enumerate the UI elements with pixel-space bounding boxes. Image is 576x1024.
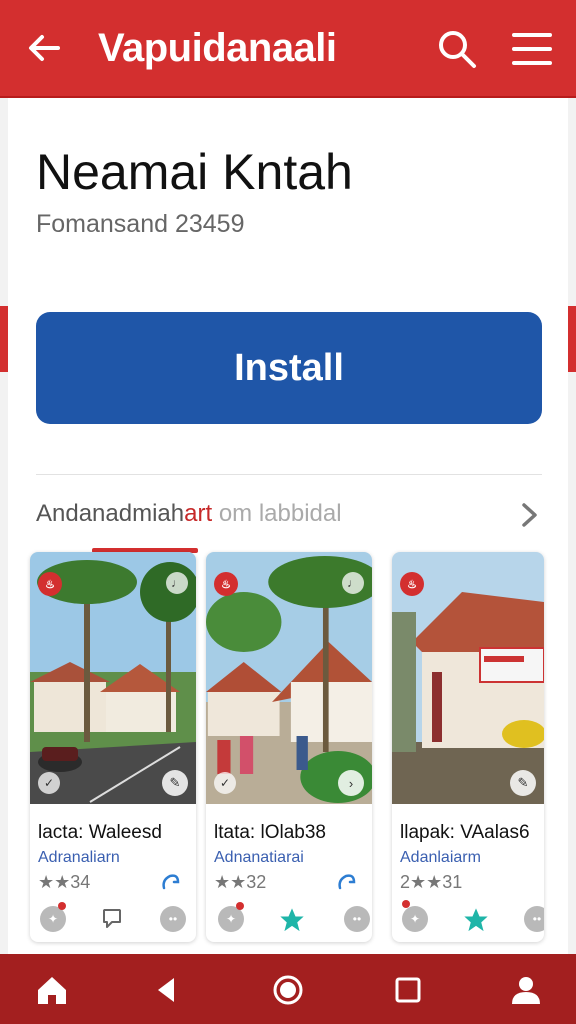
bottom-navigation-bar [0,954,576,1024]
notification-dot [402,900,410,908]
star-icon[interactable] [462,906,490,934]
app-name: Neamai Kntah [36,144,353,200]
hamburger-menu-icon[interactable] [510,30,554,68]
listing-card[interactable]: ♨ ♩ ✓ › ltata: lOlab38 Adnanatiarai ★★32… [206,552,372,942]
side-accent-left [0,306,8,372]
install-button[interactable]: Install [36,312,542,424]
notification-dot [58,902,66,910]
listing-subtitle[interactable]: Adanlaiarm [400,849,481,867]
recents-square-icon[interactable] [388,970,428,1010]
status-badge: ♨ [38,572,62,596]
section-title-main: Andanadmiah [36,500,185,527]
check-icon[interactable]: ✓ [38,772,60,794]
status-badge: ♨ [214,572,238,596]
star-icon[interactable] [278,906,306,934]
check-icon[interactable]: ✓ [214,772,236,794]
listing-title: lacta: Waleesd [38,822,162,843]
play-icon[interactable]: › [338,770,364,796]
edit-icon[interactable]: ✎ [162,770,188,796]
link-icon[interactable] [336,870,358,892]
listing-subtitle[interactable]: Adranaliarn [38,849,120,867]
search-icon[interactable] [436,28,478,70]
app-bar-title: Vapuidanaali [98,26,337,70]
info-icon[interactable]: ♩ [342,572,364,594]
divider [36,474,542,475]
more-icon[interactable]: •• [160,906,186,932]
listing-rating: ★★32 [214,872,267,892]
link-icon[interactable] [160,870,182,892]
profile-icon[interactable] [506,970,546,1010]
top-app-bar: Vapuidanaali [0,0,576,98]
info-icon[interactable]: ♩ [166,572,188,594]
more-icon[interactable]: •• [344,906,370,932]
status-badge: ♨ [400,572,424,596]
chat-bubble-icon[interactable] [100,906,124,930]
side-accent-right [568,306,576,372]
section-title[interactable]: Andanadmiahart om labbidal [36,500,342,528]
listing-subtitle[interactable]: Adnanatiarai [214,849,304,867]
section-title-accent: art [184,500,213,527]
more-icon[interactable]: •• [524,906,544,932]
section-title-rest: om labbidal [218,500,342,527]
listing-card[interactable]: ♨ ✎ llapak: VAalas6 Adanlaiarm 2★★31 ✦ •… [392,552,544,942]
home-icon[interactable] [32,970,72,1010]
edit-icon[interactable]: ✎ [510,770,536,796]
back-triangle-icon[interactable] [146,970,186,1010]
listing-title: ltata: lOlab38 [214,822,326,843]
listing-card[interactable]: ♨ ♩ ✓ ✎ lacta: Waleesd Adranaliarn ★★34 … [30,552,196,942]
chevron-right-icon[interactable] [516,500,542,530]
app-developer: Fomansand 23459 [36,210,245,238]
listing-title: llapak: VAalas6 [400,822,530,843]
arrow-left-icon[interactable] [24,28,64,68]
notification-dot [236,902,244,910]
share-icon[interactable]: ✦ [402,906,428,932]
listing-rating: ★★34 [38,872,91,892]
home-circle-icon[interactable] [268,970,308,1010]
listing-rating: 2★★31 [400,872,463,892]
